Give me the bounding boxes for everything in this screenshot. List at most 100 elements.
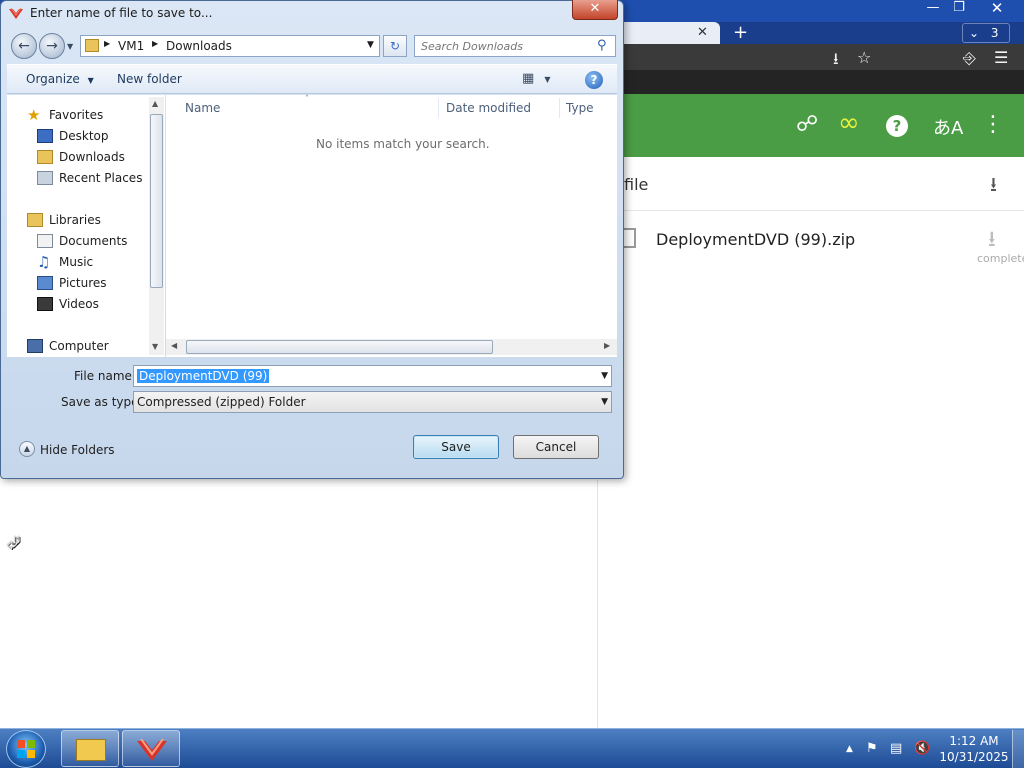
scroll-right-icon[interactable]: ▶ bbox=[604, 341, 610, 350]
back-button[interactable]: ← bbox=[11, 33, 37, 59]
view-options-icon[interactable]: ▦ ▼ bbox=[522, 71, 551, 86]
nav-downloads[interactable]: Downloads bbox=[37, 147, 125, 167]
mouse-cursor-icon: ⮰ bbox=[6, 533, 21, 554]
infinity-icon[interactable]: ∞ bbox=[838, 108, 860, 138]
nav-pictures-label: Pictures bbox=[59, 276, 107, 290]
nav-favorites-label: Favorites bbox=[49, 108, 104, 122]
nav-documents[interactable]: Documents bbox=[37, 231, 127, 251]
translate-icon[interactable]: あA bbox=[933, 114, 963, 140]
column-divider[interactable] bbox=[559, 98, 560, 118]
flag-icon[interactable]: ⚑ bbox=[866, 741, 878, 756]
chevron-up-icon[interactable]: ▲ bbox=[19, 441, 35, 457]
nav-computer[interactable]: Computer bbox=[27, 336, 109, 356]
nav-music[interactable]: ♫ Music bbox=[37, 252, 93, 272]
search-input[interactable] bbox=[415, 36, 585, 56]
nav-videos[interactable]: Videos bbox=[37, 294, 99, 314]
more-icon[interactable]: ⋮ bbox=[982, 112, 1004, 137]
help-icon[interactable]: ? bbox=[886, 115, 908, 137]
breadcrumb-arrow-icon[interactable]: ▶ bbox=[152, 39, 158, 48]
file-icon bbox=[624, 228, 636, 248]
chevron-down-icon[interactable]: ▼ bbox=[601, 392, 608, 412]
menu-icon[interactable]: ☰ bbox=[994, 48, 1008, 67]
extension-icon[interactable]: ⎆ bbox=[963, 48, 976, 68]
forward-button[interactable]: → bbox=[39, 33, 65, 59]
file-list[interactable] bbox=[166, 95, 617, 357]
nav-documents-label: Documents bbox=[59, 234, 128, 248]
star-icon: ★ bbox=[27, 106, 41, 124]
show-desktop-button[interactable] bbox=[1012, 730, 1024, 768]
organize-label: Organize bbox=[26, 72, 80, 86]
start-button[interactable] bbox=[6, 730, 46, 768]
download-all-icon[interactable]: ⭳ bbox=[990, 170, 997, 204]
save-button[interactable]: Save bbox=[413, 435, 499, 459]
nav-desktop[interactable]: Desktop bbox=[37, 126, 109, 146]
clock[interactable]: 1:12 AM 10/31/2025 bbox=[938, 733, 1010, 765]
tab-count: 3 bbox=[990, 26, 999, 40]
address-dropdown-icon[interactable]: ▼ bbox=[367, 40, 374, 50]
scroll-up-icon[interactable]: ▲ bbox=[152, 99, 158, 108]
breadcrumb-vm1[interactable]: VM1 bbox=[118, 39, 144, 53]
organize-button[interactable]: Organize ▼ bbox=[26, 72, 94, 86]
hide-folders-button[interactable]: Hide Folders bbox=[40, 443, 115, 457]
nav-recent-places-label: Recent Places bbox=[59, 171, 143, 185]
windows-logo-icon bbox=[17, 740, 35, 758]
panel-title: file bbox=[624, 175, 649, 194]
scroll-down-icon[interactable]: ▼ bbox=[152, 342, 158, 351]
column-type[interactable]: Type bbox=[566, 101, 594, 115]
share-icon[interactable]: ☍ bbox=[796, 112, 818, 137]
scroll-left-icon[interactable]: ◀ bbox=[171, 341, 177, 350]
folder-icon bbox=[85, 39, 99, 52]
app-icon bbox=[9, 7, 23, 19]
chevron-down-icon[interactable]: ▼ bbox=[601, 366, 608, 386]
network-icon[interactable]: ▤ bbox=[890, 741, 902, 756]
recent-locations-icon[interactable]: ▼ bbox=[67, 42, 73, 51]
taskbar-explorer-button[interactable] bbox=[61, 730, 119, 767]
new-folder-button[interactable]: New folder bbox=[117, 72, 182, 86]
column-name[interactable]: Name bbox=[185, 101, 220, 115]
tab-close-icon[interactable]: ✕ bbox=[697, 25, 708, 40]
file-name-field[interactable]: DeploymentDVD (99) ▼ bbox=[133, 365, 612, 387]
save-as-type-select[interactable]: Compressed (zipped) Folder ▼ bbox=[133, 391, 612, 413]
file-list-scroll-thumb[interactable] bbox=[186, 340, 493, 354]
volume-muted-icon[interactable]: 🔇 bbox=[914, 741, 930, 756]
new-tab-button[interactable]: + bbox=[733, 22, 748, 43]
pictures-icon bbox=[37, 276, 53, 290]
nav-libraries[interactable]: Libraries bbox=[27, 210, 101, 230]
show-hidden-icons[interactable]: ▲ bbox=[846, 744, 853, 754]
column-date-modified[interactable]: Date modified bbox=[446, 101, 531, 115]
download-filename[interactable]: DeploymentDVD (99).zip bbox=[656, 230, 855, 249]
nav-libraries-label: Libraries bbox=[49, 213, 101, 227]
close-window-button[interactable]: ✕ bbox=[982, 0, 1012, 18]
divider bbox=[597, 480, 598, 728]
dialog-close-button[interactable]: ✕ bbox=[572, 0, 618, 20]
cancel-button[interactable]: Cancel bbox=[513, 435, 599, 459]
file-name-value[interactable]: DeploymentDVD (99) bbox=[137, 369, 270, 383]
taskbar-browser-button[interactable] bbox=[122, 730, 180, 767]
nav-scroll-thumb[interactable] bbox=[150, 114, 163, 288]
downloads-folder-icon bbox=[37, 150, 53, 164]
empty-message: No items match your search. bbox=[316, 137, 490, 151]
refresh-icon[interactable]: ↻ bbox=[383, 35, 407, 57]
search-icon[interactable]: ⚲ bbox=[597, 38, 607, 53]
computer-icon bbox=[27, 339, 43, 353]
nav-favorites[interactable]: ★ Favorites bbox=[27, 105, 103, 125]
music-icon: ♫ bbox=[37, 253, 51, 271]
help-icon[interactable]: ? bbox=[585, 71, 603, 89]
desktop-icon bbox=[37, 129, 53, 143]
column-divider[interactable] bbox=[438, 98, 439, 118]
star-icon[interactable]: ☆ bbox=[857, 48, 871, 67]
libraries-icon bbox=[27, 213, 43, 227]
nav-recent-places[interactable]: Recent Places bbox=[37, 168, 142, 188]
nav-desktop-label: Desktop bbox=[59, 129, 109, 143]
address-bar[interactable]: ▶ VM1 ▶ Downloads ▼ bbox=[80, 35, 380, 57]
breadcrumb-arrow-icon[interactable]: ▶ bbox=[104, 39, 110, 48]
nav-pictures[interactable]: Pictures bbox=[37, 273, 107, 293]
tab-count-button[interactable]: ⌄ 3 bbox=[962, 23, 1010, 43]
chevron-down-icon: ▼ bbox=[87, 76, 94, 85]
save-as-type-value: Compressed (zipped) Folder bbox=[137, 395, 306, 409]
documents-icon bbox=[37, 234, 53, 248]
search-box[interactable]: ⚲ bbox=[414, 35, 616, 57]
restore-button[interactable]: ❐ bbox=[944, 0, 974, 18]
breadcrumb-downloads[interactable]: Downloads bbox=[166, 39, 232, 53]
save-as-type-label: Save as type: bbox=[61, 395, 143, 409]
